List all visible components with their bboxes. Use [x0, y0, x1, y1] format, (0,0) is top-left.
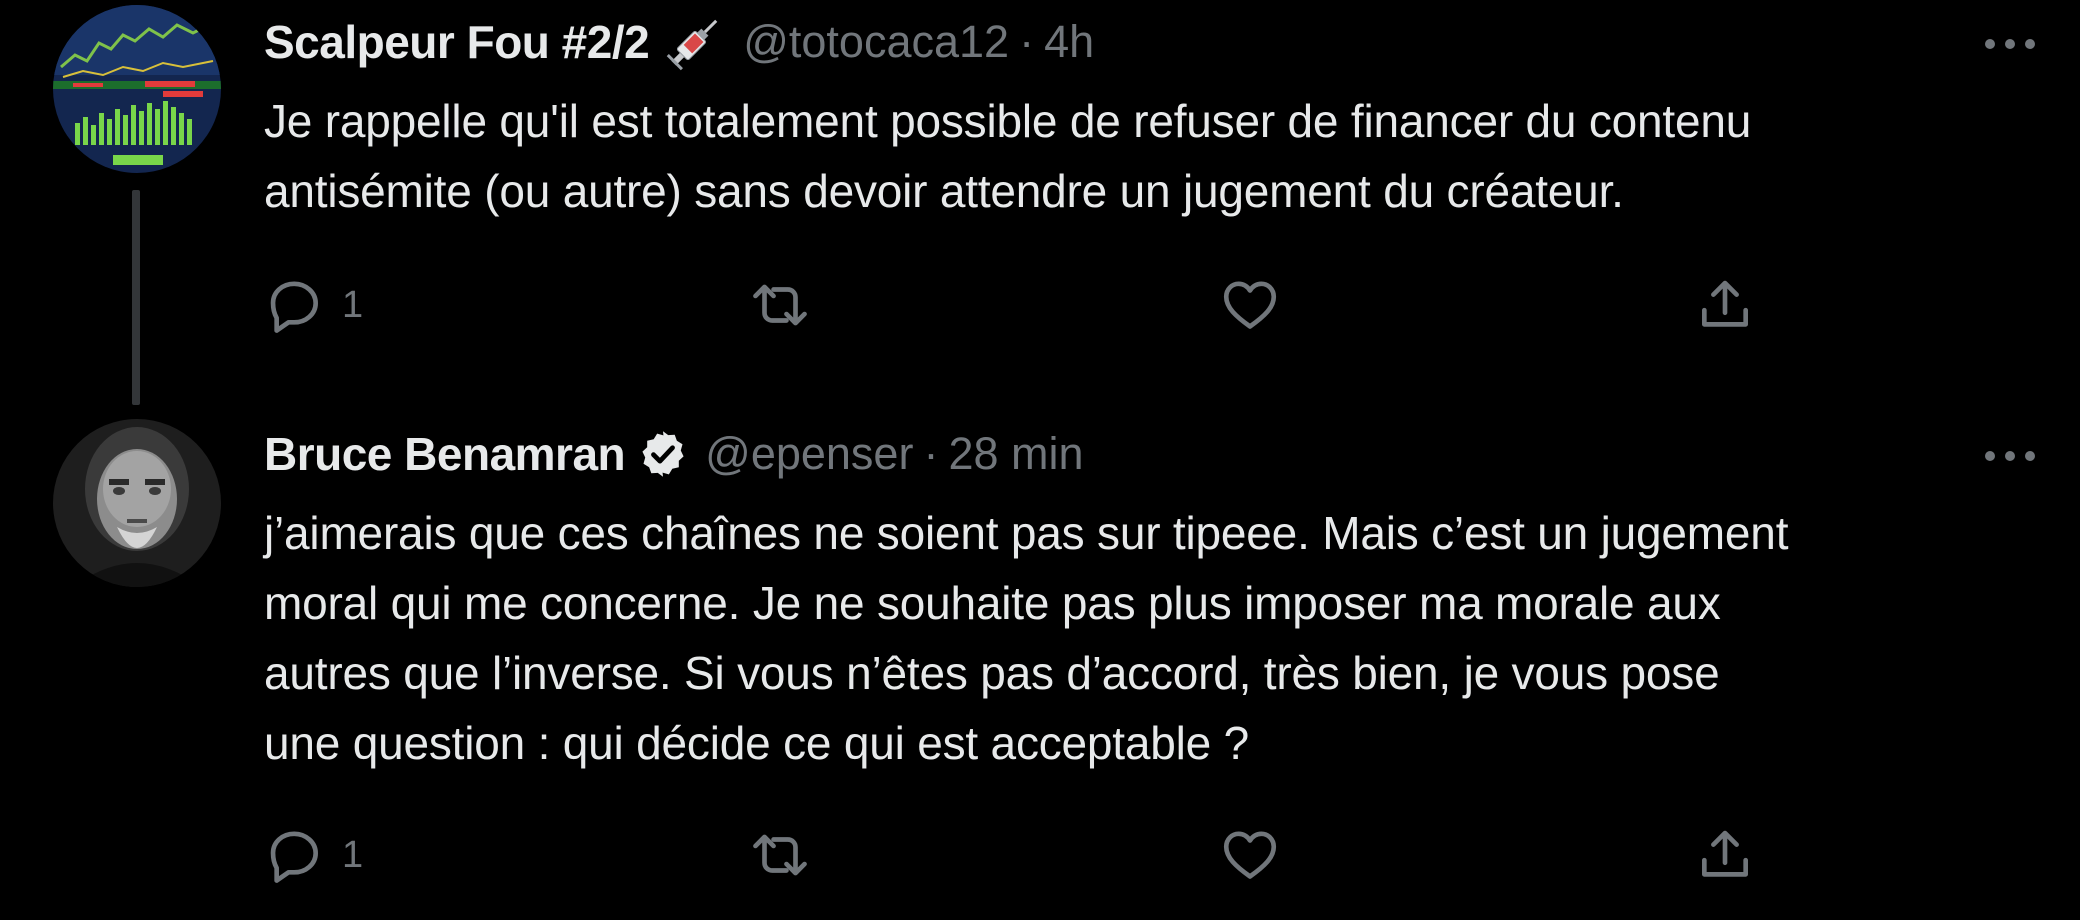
share-button[interactable] [1694, 820, 1756, 890]
tweet[interactable]: Scalpeur Fou #2/2 @totocaca12 · 4h Je ra… [0, 0, 2080, 410]
tweet-header: Scalpeur Fou #2/2 @totocaca12 · 4h [264, 12, 1094, 72]
avatar[interactable] [53, 419, 221, 587]
avatar[interactable] [53, 5, 221, 173]
verified-badge-icon [642, 431, 684, 477]
reply-icon [270, 831, 318, 883]
author-name[interactable]: Scalpeur Fou #2/2 [264, 15, 650, 69]
trading-chart-avatar-image [53, 5, 221, 173]
reply-icon [270, 281, 318, 333]
reply-count: 1 [342, 283, 364, 326]
author-name[interactable]: Bruce Benamran [264, 427, 626, 481]
share-button[interactable] [1694, 270, 1756, 340]
tweet-header: Bruce Benamran @epenser · 28 min [264, 424, 1084, 484]
retweet-icon [753, 834, 807, 876]
tweet-actions: 1 [264, 270, 1764, 340]
tweet-actions: 1 [264, 820, 1764, 890]
author-handle[interactable]: @epenser [705, 428, 913, 480]
tweet[interactable]: Bruce Benamran @epenser · 28 min j’aimer… [0, 410, 2080, 920]
reply-count: 1 [342, 833, 364, 876]
retweet-icon [753, 284, 807, 326]
tweet-text: Je rappelle qu'il est totalement possibl… [264, 86, 2044, 226]
like-button[interactable] [1219, 270, 1297, 340]
syringe-icon [666, 19, 718, 71]
share-icon [1702, 280, 1748, 327]
meta-separator: · [1019, 16, 1035, 67]
heart-icon [1223, 281, 1277, 329]
portrait-avatar-image [53, 419, 221, 587]
tweet-timestamp[interactable]: 28 min [948, 428, 1083, 480]
share-icon [1702, 830, 1748, 877]
tweet-text-line: j’aimerais que ces chaînes ne soient pas… [264, 507, 1789, 559]
retweet-button[interactable] [749, 820, 827, 890]
retweet-button[interactable] [749, 270, 827, 340]
tweet-timestamp[interactable]: 4h [1044, 16, 1094, 68]
author-handle[interactable]: @totocaca12 [743, 16, 1009, 68]
tweet-text-line: antisémite (ou autre) sans devoir attend… [264, 165, 1624, 217]
more-options-icon[interactable] [1982, 446, 2038, 466]
tweet-text-line: moral qui me concerne. Je ne souhaite pa… [264, 577, 1721, 629]
tweet-text-line: autres que l’inverse. Si vous n’êtes pas… [264, 647, 1720, 699]
tweet-text-line: Je rappelle qu'il est totalement possibl… [264, 95, 1752, 147]
thread-connector-line [132, 190, 140, 405]
tweet-text: j’aimerais que ces chaînes ne soient pas… [264, 498, 2044, 778]
tweet-text-line: une question : qui décide ce qui est acc… [264, 717, 1250, 769]
reply-button[interactable]: 1 [264, 270, 363, 340]
like-button[interactable] [1219, 820, 1297, 890]
meta-separator: · [923, 428, 939, 479]
heart-icon [1223, 831, 1277, 879]
more-options-icon[interactable] [1982, 34, 2038, 54]
reply-button[interactable]: 1 [264, 820, 363, 890]
